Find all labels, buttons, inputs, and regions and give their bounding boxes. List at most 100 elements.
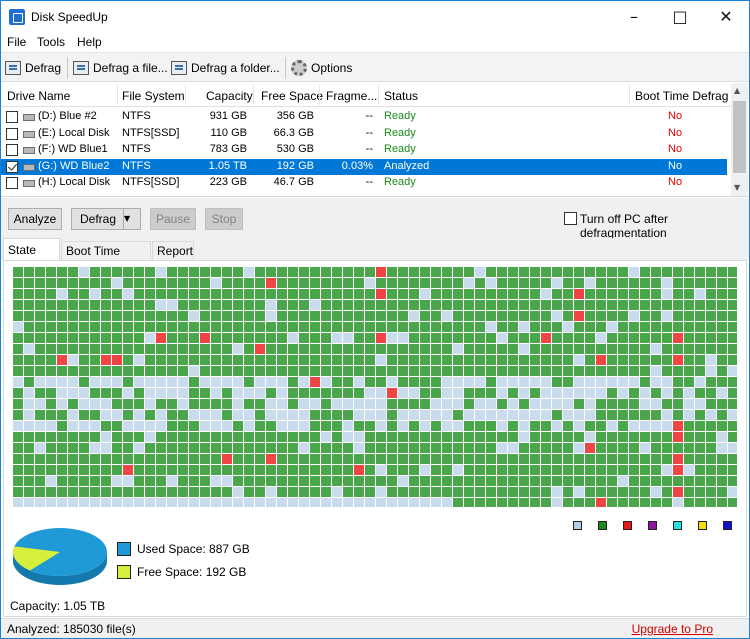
drive-list-scrollbar[interactable]: ▲ ▼ xyxy=(731,83,748,196)
cluster-block xyxy=(629,454,639,464)
column-file-system[interactable]: File System xyxy=(122,89,185,103)
drive-fragmentation: -- xyxy=(365,176,373,188)
cluster-block xyxy=(662,443,672,453)
turn-off-pc-checkbox[interactable] xyxy=(564,212,577,225)
cluster-block xyxy=(662,278,672,288)
scroll-up-icon[interactable]: ▲ xyxy=(734,86,740,95)
drive-checkbox[interactable] xyxy=(6,144,18,156)
minimize-icon[interactable]: – xyxy=(611,1,657,32)
cluster-block xyxy=(167,333,177,343)
cluster-block xyxy=(530,465,540,475)
cluster-block xyxy=(486,410,496,420)
cluster-block xyxy=(233,311,243,321)
chevron-down-icon[interactable]: ▼ xyxy=(123,209,140,229)
cluster-block xyxy=(409,410,419,420)
cluster-block xyxy=(431,399,441,409)
cluster-block xyxy=(277,300,287,310)
column-boot-time-defrag[interactable]: Boot Time Defrag xyxy=(635,89,728,103)
cluster-block xyxy=(244,344,254,354)
defrag-folder-button[interactable]: Defrag a folder... xyxy=(171,56,280,80)
drive-row[interactable]: (H:) Local Disk NTFS[SSD] 223 GB 46.7 GB -- R… xyxy=(1,175,727,191)
column-fragmentation[interactable]: Fragme... xyxy=(326,89,377,103)
drive-checkbox[interactable] xyxy=(6,177,18,189)
drive-row[interactable]: (G:) WD Blue2 NTFS 1.05 TB 192 GB 0.03% Analy… xyxy=(1,158,727,175)
stop-button[interactable]: Stop xyxy=(205,208,243,230)
scroll-down-icon[interactable]: ▼ xyxy=(734,183,740,192)
menu-file[interactable]: File xyxy=(7,35,26,49)
cluster-block xyxy=(123,366,133,376)
tab-report[interactable]: Report xyxy=(152,241,194,260)
drive-row[interactable]: (E:) Local Disk NTFS[SSD] 110 GB 66.3 GB -- R… xyxy=(1,126,727,142)
cluster-block xyxy=(552,432,562,442)
cluster-block xyxy=(299,388,309,398)
upgrade-to-pro-link[interactable]: Upgrade to Pro xyxy=(632,622,713,636)
cluster-block xyxy=(156,487,166,497)
cluster-block xyxy=(640,476,650,486)
cluster-block xyxy=(706,454,716,464)
cluster-block xyxy=(90,388,100,398)
column-capacity[interactable]: Capacity xyxy=(206,89,253,103)
defrag-file-button[interactable]: Defrag a file... xyxy=(73,56,168,80)
cluster-block xyxy=(541,487,551,497)
drive-checkbox[interactable] xyxy=(6,111,18,123)
cluster-block xyxy=(442,498,452,507)
menu-tools[interactable]: Tools xyxy=(37,35,65,49)
cluster-block xyxy=(651,278,661,288)
cluster-block xyxy=(134,300,144,310)
hard-drive-icon xyxy=(23,180,35,187)
cluster-block xyxy=(464,399,474,409)
cluster-block xyxy=(112,476,122,486)
cluster-block xyxy=(365,454,375,464)
cluster-block xyxy=(288,300,298,310)
cluster-block xyxy=(376,443,386,453)
cluster-block xyxy=(651,366,661,376)
cluster-block xyxy=(640,377,650,387)
cluster-block xyxy=(277,311,287,321)
drive-row[interactable]: (F:) WD Blue1 NTFS 783 GB 530 GB -- Ready No xyxy=(1,142,727,158)
drive-checkbox[interactable] xyxy=(6,160,18,173)
cluster-block xyxy=(68,300,78,310)
cluster-block xyxy=(442,465,452,475)
cluster-block xyxy=(387,344,397,354)
drive-checkbox[interactable] xyxy=(6,127,18,140)
cluster-block xyxy=(486,476,496,486)
cluster-block xyxy=(13,289,23,299)
cluster-block xyxy=(310,322,320,332)
cluster-block xyxy=(486,278,496,288)
cluster-block xyxy=(629,355,639,365)
defrag-toolbar-button[interactable]: Defrag xyxy=(5,56,61,80)
toolbar: Defrag Defrag a file... Defrag a folder.… xyxy=(1,52,749,82)
cluster-block xyxy=(222,421,232,431)
cluster-block xyxy=(717,355,727,365)
cluster-block xyxy=(431,388,441,398)
column-status[interactable]: Status xyxy=(384,89,418,103)
tab-state[interactable]: State (G:) xyxy=(3,238,60,279)
tab-boot-time-defrag[interactable]: Boot Time Defrag xyxy=(61,241,151,276)
cluster-block xyxy=(266,421,276,431)
cluster-block xyxy=(277,498,287,507)
cluster-block xyxy=(596,355,606,365)
cluster-block xyxy=(574,465,584,475)
pause-button[interactable]: Pause xyxy=(150,208,196,230)
cluster-block xyxy=(453,344,463,354)
menu-help[interactable]: Help xyxy=(77,35,102,49)
cluster-block xyxy=(112,366,122,376)
cluster-block xyxy=(200,498,210,507)
column-drive-name[interactable]: Drive Name xyxy=(7,89,70,103)
column-free-space[interactable]: Free Space xyxy=(261,89,323,103)
scroll-thumb[interactable] xyxy=(733,101,746,173)
cluster-block xyxy=(497,377,507,387)
close-icon[interactable]: ✕ xyxy=(703,1,749,32)
drive-row[interactable]: (D:) Blue #2 NTFS 931 GB 356 GB -- Ready No xyxy=(1,109,727,125)
analyze-button[interactable]: Analyze xyxy=(8,208,62,230)
cluster-block xyxy=(233,267,243,277)
maximize-icon[interactable]: □ xyxy=(657,1,703,32)
cluster-block xyxy=(310,267,320,277)
cluster-block xyxy=(255,410,265,420)
cluster-block xyxy=(596,278,606,288)
cluster-block xyxy=(497,410,507,420)
cluster-block xyxy=(508,399,518,409)
cluster-block xyxy=(167,487,177,497)
defrag-button[interactable]: Defrag ▼ xyxy=(71,208,141,230)
options-button[interactable]: Options xyxy=(291,56,352,80)
